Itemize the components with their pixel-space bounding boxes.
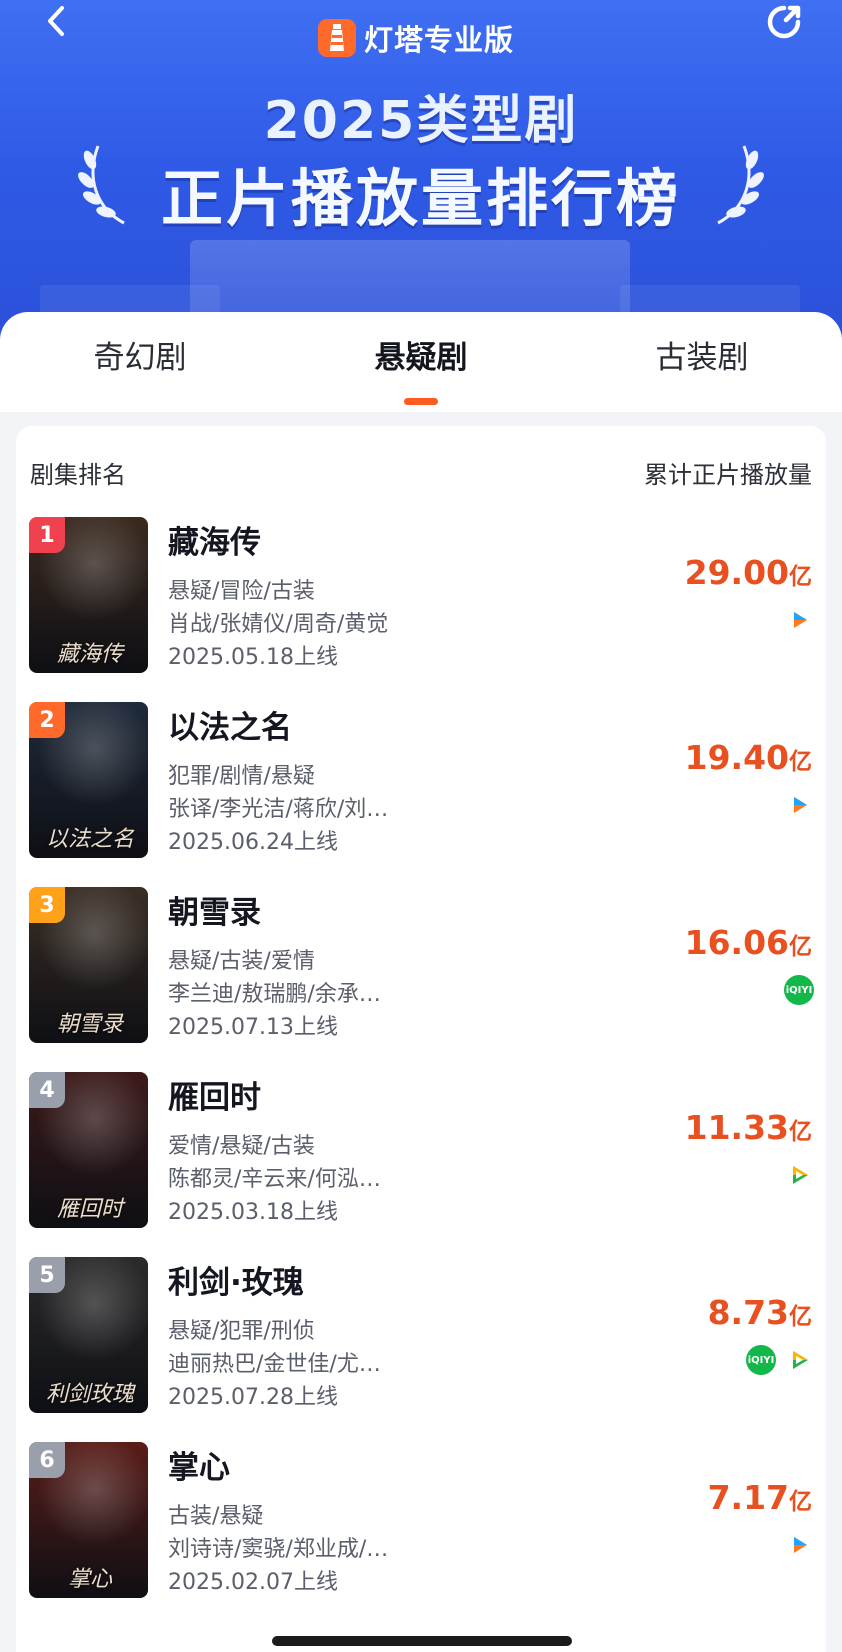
platform-list (784, 1530, 814, 1560)
show-title: 利剑·玫瑰 (168, 1265, 304, 1301)
show-genres: 古装/悬疑 (168, 1504, 264, 1529)
view-count: 11.33亿 (685, 1108, 812, 1147)
platform-list (784, 605, 814, 635)
youku-icon (784, 1530, 814, 1560)
tencent-icon (784, 1160, 814, 1190)
release-date: 2025.07.28上线 (168, 1385, 338, 1410)
show-genres: 悬疑/冒险/古装 (168, 579, 315, 604)
view-count-number: 7.17 (707, 1478, 789, 1517)
view-count: 19.40亿 (685, 738, 812, 777)
view-count: 8.73亿 (708, 1293, 812, 1332)
share-icon[interactable] (762, 0, 806, 44)
brand-name: 灯塔专业版 (364, 23, 515, 57)
view-count-number: 29.00 (684, 553, 789, 592)
show-title: 以法之名 (168, 710, 292, 746)
show-title: 朝雪录 (168, 895, 261, 931)
view-count-unit: 亿 (789, 564, 812, 590)
release-date: 2025.03.18上线 (168, 1200, 338, 1225)
list-item[interactable]: 藏海传 1 藏海传 悬疑/冒险/古装 肖战/张婧仪/周奇/黄觉 2025.05.18上线 2… (0, 517, 842, 682)
tab-fantasy[interactable]: 奇幻剧 (20, 332, 260, 382)
column-header-views: 累计正片播放量 (644, 461, 812, 489)
show-cast: 刘诗诗/窦骁/郑业成/… (168, 1537, 389, 1562)
show-genres: 爱情/悬疑/古装 (168, 1134, 315, 1159)
view-count-unit: 亿 (789, 1489, 812, 1515)
show-cast: 李兰迪/敖瑞鹏/余承… (168, 982, 381, 1007)
show-title: 藏海传 (168, 525, 261, 561)
rank-badge: 6 (29, 1442, 65, 1478)
tab-mystery[interactable]: 悬疑剧 (301, 332, 541, 382)
poster-title-art: 朝雪录 (56, 1012, 123, 1037)
show-cast: 陈都灵/辛云来/何泓… (168, 1167, 381, 1192)
platform-list: iQIYI (746, 1345, 814, 1375)
tab-costume[interactable]: 古装剧 (582, 332, 822, 382)
show-genres: 悬疑/古装/爱情 (168, 949, 315, 974)
rank-badge: 4 (29, 1072, 65, 1108)
tencent-icon (784, 1345, 814, 1375)
release-date: 2025.02.07上线 (168, 1570, 338, 1595)
view-count-unit: 亿 (789, 934, 812, 960)
view-count-number: 16.06 (684, 923, 789, 962)
poster-title-art: 掌心 (67, 1567, 112, 1592)
view-count-unit: 亿 (789, 749, 812, 775)
lighthouse-icon (318, 19, 356, 57)
view-count-unit: 亿 (789, 1304, 812, 1330)
show-title: 掌心 (168, 1450, 230, 1486)
chevron-left-icon[interactable] (40, 4, 74, 38)
show-title: 雁回时 (168, 1080, 261, 1116)
poster-title-art: 藏海传 (56, 642, 123, 667)
show-cast: 张译/李光洁/蒋欣/刘… (168, 797, 389, 822)
release-date: 2025.05.18上线 (168, 645, 338, 670)
rank-badge: 1 (29, 517, 65, 553)
release-date: 2025.07.13上线 (168, 1015, 338, 1040)
show-genres: 犯罪/剧情/悬疑 (168, 764, 315, 789)
show-genres: 悬疑/犯罪/刑侦 (168, 1319, 315, 1344)
release-date: 2025.06.24上线 (168, 830, 338, 855)
brand: 灯塔专业版 (318, 18, 514, 58)
show-cast: 肖战/张婧仪/周奇/黄觉 (168, 612, 389, 637)
list-item[interactable]: 掌心 6 掌心 古装/悬疑 刘诗诗/窦骁/郑业成/… 2025.02.07上线 7.17亿 (0, 1442, 842, 1607)
rank-badge: 5 (29, 1257, 65, 1293)
list-item[interactable]: 雁回时 4 雁回时 爱情/悬疑/古装 陈都灵/辛云来/何泓… 2025.03.18上线 11… (0, 1072, 842, 1237)
list-item[interactable]: 以法之名 2 以法之名 犯罪/剧情/悬疑 张译/李光洁/蒋欣/刘… 2025.06.24上… (0, 702, 842, 867)
view-count-number: 8.73 (707, 1293, 789, 1332)
view-count-number: 11.33 (684, 1108, 789, 1147)
home-indicator (272, 1636, 572, 1646)
laurel-right-icon (717, 145, 764, 225)
show-cast: 迪丽热巴/金世佳/尤… (168, 1352, 381, 1377)
youku-icon (784, 605, 814, 635)
iqiyi-icon: iQIYI (784, 975, 814, 1005)
view-count: 16.06亿 (685, 923, 812, 962)
rank-badge: 3 (29, 887, 65, 923)
view-count-unit: 亿 (789, 1119, 812, 1145)
rank-badge: 2 (29, 702, 65, 738)
youku-icon (784, 790, 814, 820)
view-count-number: 19.40 (684, 738, 789, 777)
list-item[interactable]: 利剑玫瑰 5 利剑·玫瑰悬疑/犯罪/刑侦迪丽热巴/金世佳/尤… 2025.07.28上… (0, 1257, 842, 1422)
poster-title-art: 雁回时 (56, 1197, 123, 1222)
view-count: 7.17亿 (708, 1478, 812, 1517)
iqiyi-icon: iQIYI (746, 1345, 776, 1375)
platform-list: iQIYI (784, 975, 814, 1005)
platform-list (784, 790, 814, 820)
active-tab-indicator (404, 398, 438, 405)
list-item[interactable]: 朝雪录 3 朝雪录 悬疑/古装/爱情 李兰迪/敖瑞鹏/余承… 2025.07.13上线 16… (0, 887, 842, 1052)
view-count: 29.00亿 (685, 553, 812, 592)
poster-title-art: 以法之名 (45, 827, 134, 852)
platform-list (784, 1160, 814, 1190)
column-header-rank: 剧集排名 (30, 461, 126, 489)
poster-title-art: 利剑玫瑰 (45, 1382, 134, 1407)
